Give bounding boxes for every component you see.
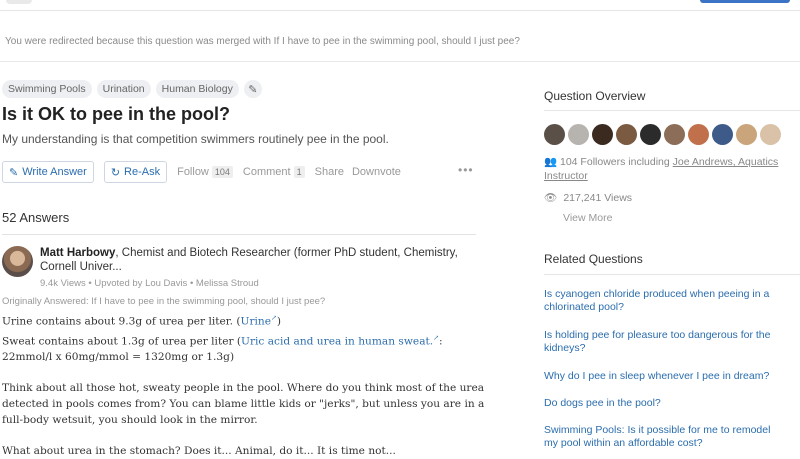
view-more-link[interactable]: View More <box>563 212 612 224</box>
refresh-icon: ↻ <box>110 166 121 179</box>
follower-avatars <box>544 124 781 145</box>
answer-line: full-body wetsuit, you should look in th… <box>2 414 258 427</box>
answer-meta: 9.4k Views • Upvoted by Lou Davis • Meli… <box>40 278 259 289</box>
urine-link[interactable]: Urine <box>241 316 271 328</box>
answer-text: : <box>439 335 443 348</box>
topic-tag[interactable]: Swimming Pools <box>2 80 92 98</box>
answer-line: What about urea in the stomach? Does it.… <box>2 445 396 458</box>
pencil-icon: ✎ <box>9 166 19 179</box>
write-answer-label: Write Answer <box>22 166 87 178</box>
eye-icon: 👁 <box>544 192 558 204</box>
write-answer-button[interactable]: ✎ Write Answer <box>2 161 94 183</box>
views-info: 👁 217,241 Views <box>544 191 633 205</box>
answer-text: ) <box>276 315 282 328</box>
answer-author: Matt Harbowy, Chemist and Biotech Resear… <box>40 246 480 274</box>
follow-count: 104 <box>211 166 233 178</box>
follower-avatar[interactable] <box>592 124 613 145</box>
related-question-link[interactable]: Swimming Pools: Is it possible for me to… <box>544 424 774 450</box>
reask-button[interactable]: ↻ Re-Ask <box>103 161 168 183</box>
comment-button[interactable]: Comment 1 <box>243 166 305 178</box>
followers-count: 104 Followers including <box>560 156 673 168</box>
comment-count: 1 <box>293 166 305 178</box>
follower-avatar[interactable] <box>688 124 709 145</box>
nav-item[interactable] <box>6 0 32 4</box>
related-question-link[interactable]: Why do I pee in sleep whenever I pee in … <box>544 370 774 383</box>
answer-line: detected in pools comes from? You can bl… <box>2 398 485 411</box>
follower-avatar[interactable] <box>712 124 733 145</box>
share-button[interactable]: Share <box>315 166 344 178</box>
edit-topics-pencil-icon[interactable]: ✎ <box>243 80 262 98</box>
follow-label: Follow <box>177 166 209 178</box>
related-question-link[interactable]: Is holding pee for pleasure too dangerou… <box>544 329 774 355</box>
related-question-link[interactable]: Is cyanogen chloride produced when peein… <box>544 288 774 314</box>
question-details: My understanding is that competition swi… <box>2 132 389 146</box>
answer-line: Sweat contains about 1.3g of urea per li… <box>2 330 482 350</box>
more-options-icon[interactable]: ••• <box>458 163 474 177</box>
answer-line: Urine contains about 9.3g of urea per li… <box>2 310 482 330</box>
right-sidebar: Question Overview 👥 104 Followers includ… <box>544 0 800 450</box>
divider <box>544 110 800 111</box>
follower-avatar[interactable] <box>664 124 685 145</box>
answer-text: Sweat contains about 1.3g of urea per li… <box>2 335 242 348</box>
follower-avatar[interactable] <box>736 124 757 145</box>
answers-count: 52 Answers <box>2 210 70 225</box>
author-name[interactable]: Matt Harbowy <box>40 247 115 259</box>
follower-avatar[interactable] <box>616 124 637 145</box>
followers-info: 👥 104 Followers including Joe Andrews, A… <box>544 155 780 183</box>
follower-avatar[interactable] <box>568 124 589 145</box>
question-actions: ✎ Write Answer ↻ Re-Ask Follow 104 Comme… <box>2 161 401 183</box>
comment-label: Comment <box>242 166 291 178</box>
downvote-button[interactable]: Downvote <box>352 166 401 178</box>
originally-answered: Originally Answered: If I have to pee in… <box>2 296 326 307</box>
divider <box>544 274 800 275</box>
topic-tag[interactable]: Human Biology <box>155 80 239 98</box>
topic-tag[interactable]: Urination <box>96 80 151 98</box>
author-avatar[interactable] <box>2 246 33 277</box>
follower-avatar[interactable] <box>760 124 781 145</box>
follower-avatar[interactable] <box>544 124 565 145</box>
uric-acid-link[interactable]: Uric acid and urea in human sweat. <box>241 335 433 347</box>
question-overview-title: Question Overview <box>544 89 646 103</box>
topic-list: Swimming Pools Urination Human Biology ✎ <box>2 80 262 98</box>
answer-text: Urine contains about 9.3g of urea per li… <box>2 315 241 328</box>
answer-body: Urine contains about 9.3g of urea per li… <box>2 310 485 459</box>
people-icon: 👥 <box>544 156 560 168</box>
follower-avatar[interactable] <box>640 124 661 145</box>
question-title: Is it OK to pee in the pool? <box>2 104 230 124</box>
follow-button[interactable]: Follow 104 <box>177 166 233 178</box>
related-questions-title: Related Questions <box>544 252 643 266</box>
reask-label: Re-Ask <box>124 166 161 178</box>
answer-line: 22mmol/l x 60mg/mmol = 1320mg or 1.3g) <box>2 351 235 364</box>
divider <box>2 234 476 235</box>
views-count: 217,241 Views <box>563 191 633 204</box>
redirect-notice: You were redirected because this questio… <box>5 36 520 47</box>
related-question-link[interactable]: Do dogs pee in the pool? <box>544 397 774 410</box>
answer-line: Think about all those hot, sweaty people… <box>2 382 485 395</box>
